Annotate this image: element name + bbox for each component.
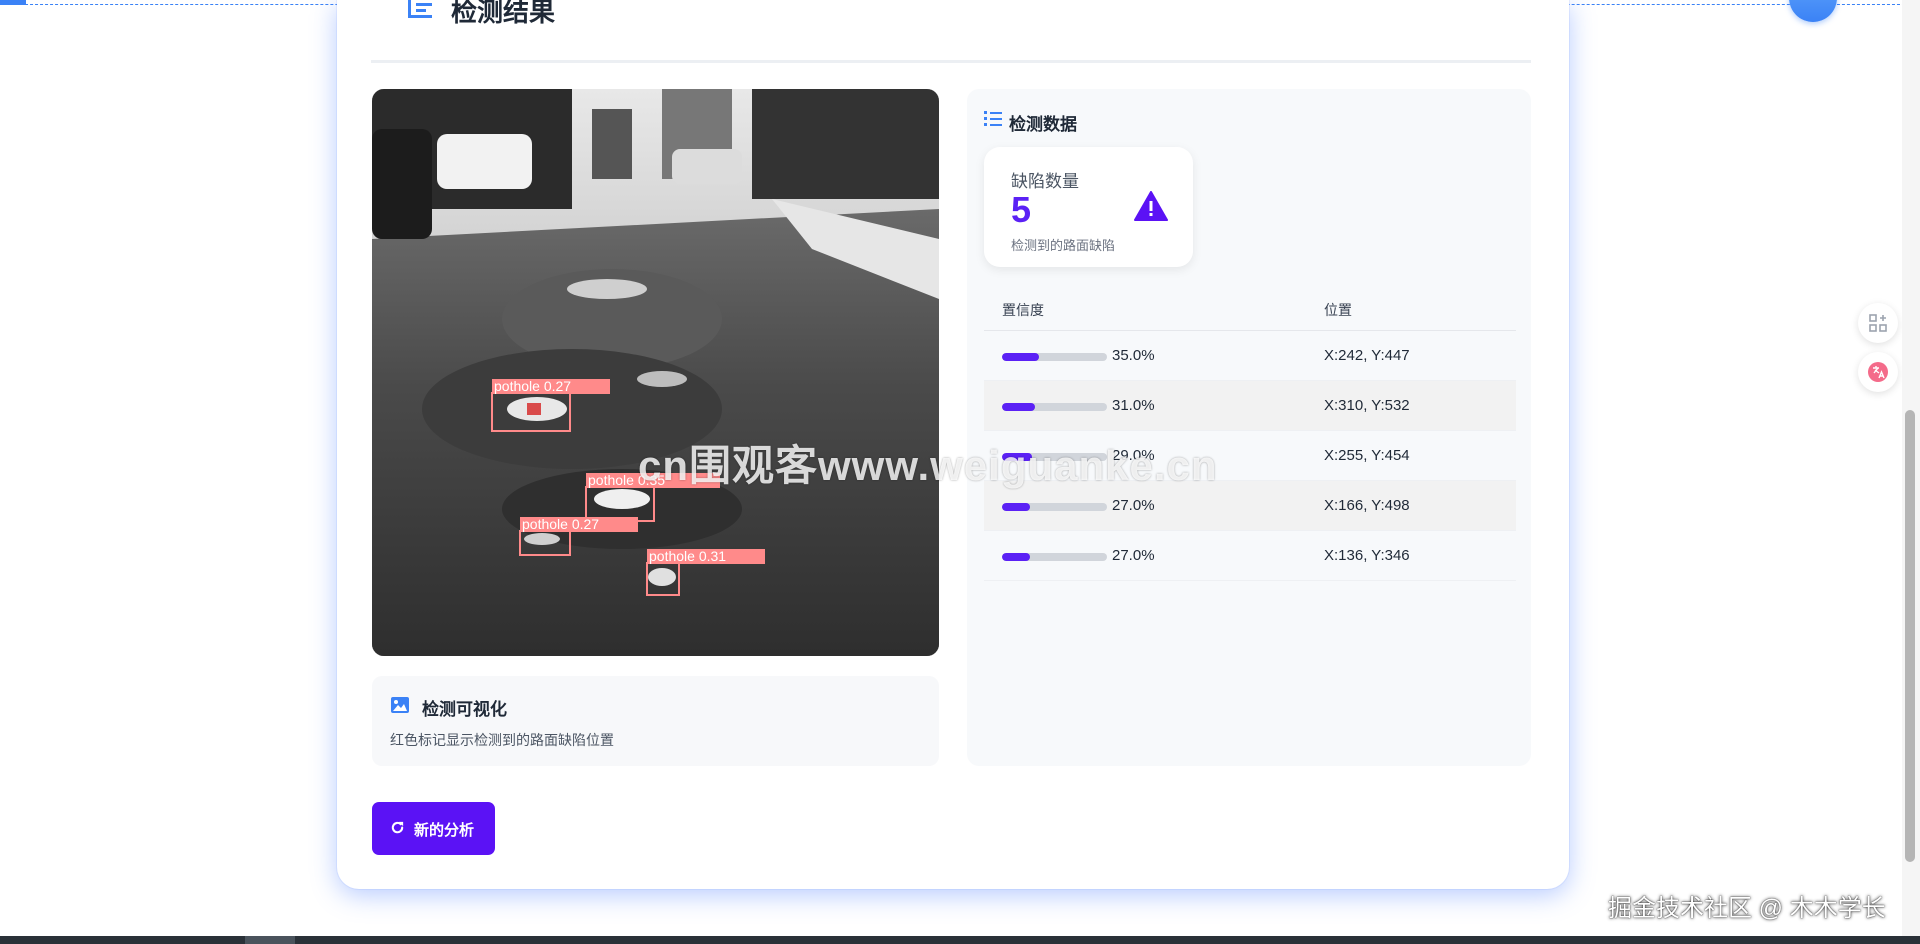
confidence-value: 31.0% <box>1112 397 1155 414</box>
new-analysis-button[interactable]: 新的分析 <box>372 802 495 855</box>
data-title: 检测数据 <box>1009 115 1077 134</box>
table-row: 35.0% X:242, Y:447 <box>984 331 1516 381</box>
confidence-bar <box>1002 553 1107 561</box>
confidence-value: 35.0% <box>1112 347 1155 364</box>
image-icon <box>391 697 409 713</box>
table-row: 31.0% X:310, Y:532 <box>984 381 1516 431</box>
new-analysis-label: 新的分析 <box>414 822 475 839</box>
confidence-bar <box>1002 503 1107 511</box>
list-indent-icon <box>408 0 432 18</box>
bottom-taskbar <box>0 936 1920 944</box>
confidence-bar-fill <box>1002 353 1039 361</box>
detection-label: pothole 0.31 <box>649 548 726 564</box>
detection-label: pothole 0.27 <box>522 516 599 532</box>
position-value: X:136, Y:346 <box>1324 547 1410 564</box>
credit-watermark: 掘金技术社区 @ 木木学长 <box>1608 895 1886 922</box>
side-translate-button[interactable] <box>1858 352 1898 392</box>
warning-triangle-icon <box>1134 191 1168 221</box>
confidence-bar <box>1002 353 1107 361</box>
defect-count-value: 5 <box>1011 189 1032 230</box>
translate-icon <box>1868 362 1888 382</box>
visualization-title: 检测可视化 <box>422 700 507 719</box>
position-value: X:255, Y:454 <box>1324 447 1410 464</box>
detection-label: pothole 0.27 <box>494 378 571 394</box>
detection-data-panel: 检测数据 缺陷数量 5 检测到的路面缺陷 置信度 位置 35.0% X:242,… <box>967 89 1531 766</box>
side-grid-button[interactable] <box>1858 303 1898 343</box>
scrollbar-thumb[interactable] <box>1905 410 1915 862</box>
column-header-confidence: 置信度 <box>1002 302 1044 318</box>
confidence-bar <box>1002 403 1107 411</box>
table-header: 置信度 位置 <box>984 287 1516 331</box>
visualization-info: 检测可视化 红色标记显示检测到的路面缺陷位置 <box>372 676 939 766</box>
table-row: 27.0% X:136, Y:346 <box>984 531 1516 581</box>
confidence-value: 27.0% <box>1112 497 1155 514</box>
refresh-icon <box>391 821 404 834</box>
section-header: 检测结果 <box>371 0 1531 63</box>
position-value: X:310, Y:532 <box>1324 397 1410 414</box>
defect-count-sub: 检测到的路面缺陷 <box>1011 238 1116 253</box>
floating-avatar-button[interactable] <box>1789 0 1837 22</box>
page-title: 检测结果 <box>451 0 556 27</box>
list-ordered-icon <box>984 111 1002 126</box>
watermark-text: cn围观客www.weiguanke.cn <box>638 442 1218 489</box>
confidence-bar-fill <box>1002 403 1035 411</box>
column-header-position: 位置 <box>1324 302 1352 318</box>
taskbar-segment <box>245 936 295 944</box>
position-value: X:166, Y:498 <box>1324 497 1410 514</box>
position-value: X:242, Y:447 <box>1324 347 1410 364</box>
confidence-value: 27.0% <box>1112 547 1155 564</box>
visualization-description: 红色标记显示检测到的路面缺陷位置 <box>390 732 614 748</box>
grid-plus-icon <box>1869 314 1887 332</box>
defect-count-card: 缺陷数量 5 检测到的路面缺陷 <box>984 147 1193 267</box>
road-photo: pothole 0.27 pothole 0.35 pothole 0.27 p… <box>372 89 939 656</box>
confidence-bar-fill <box>1002 553 1031 561</box>
detection-image: pothole 0.27 pothole 0.35 pothole 0.27 p… <box>372 89 939 656</box>
confidence-bar-fill <box>1002 503 1031 511</box>
